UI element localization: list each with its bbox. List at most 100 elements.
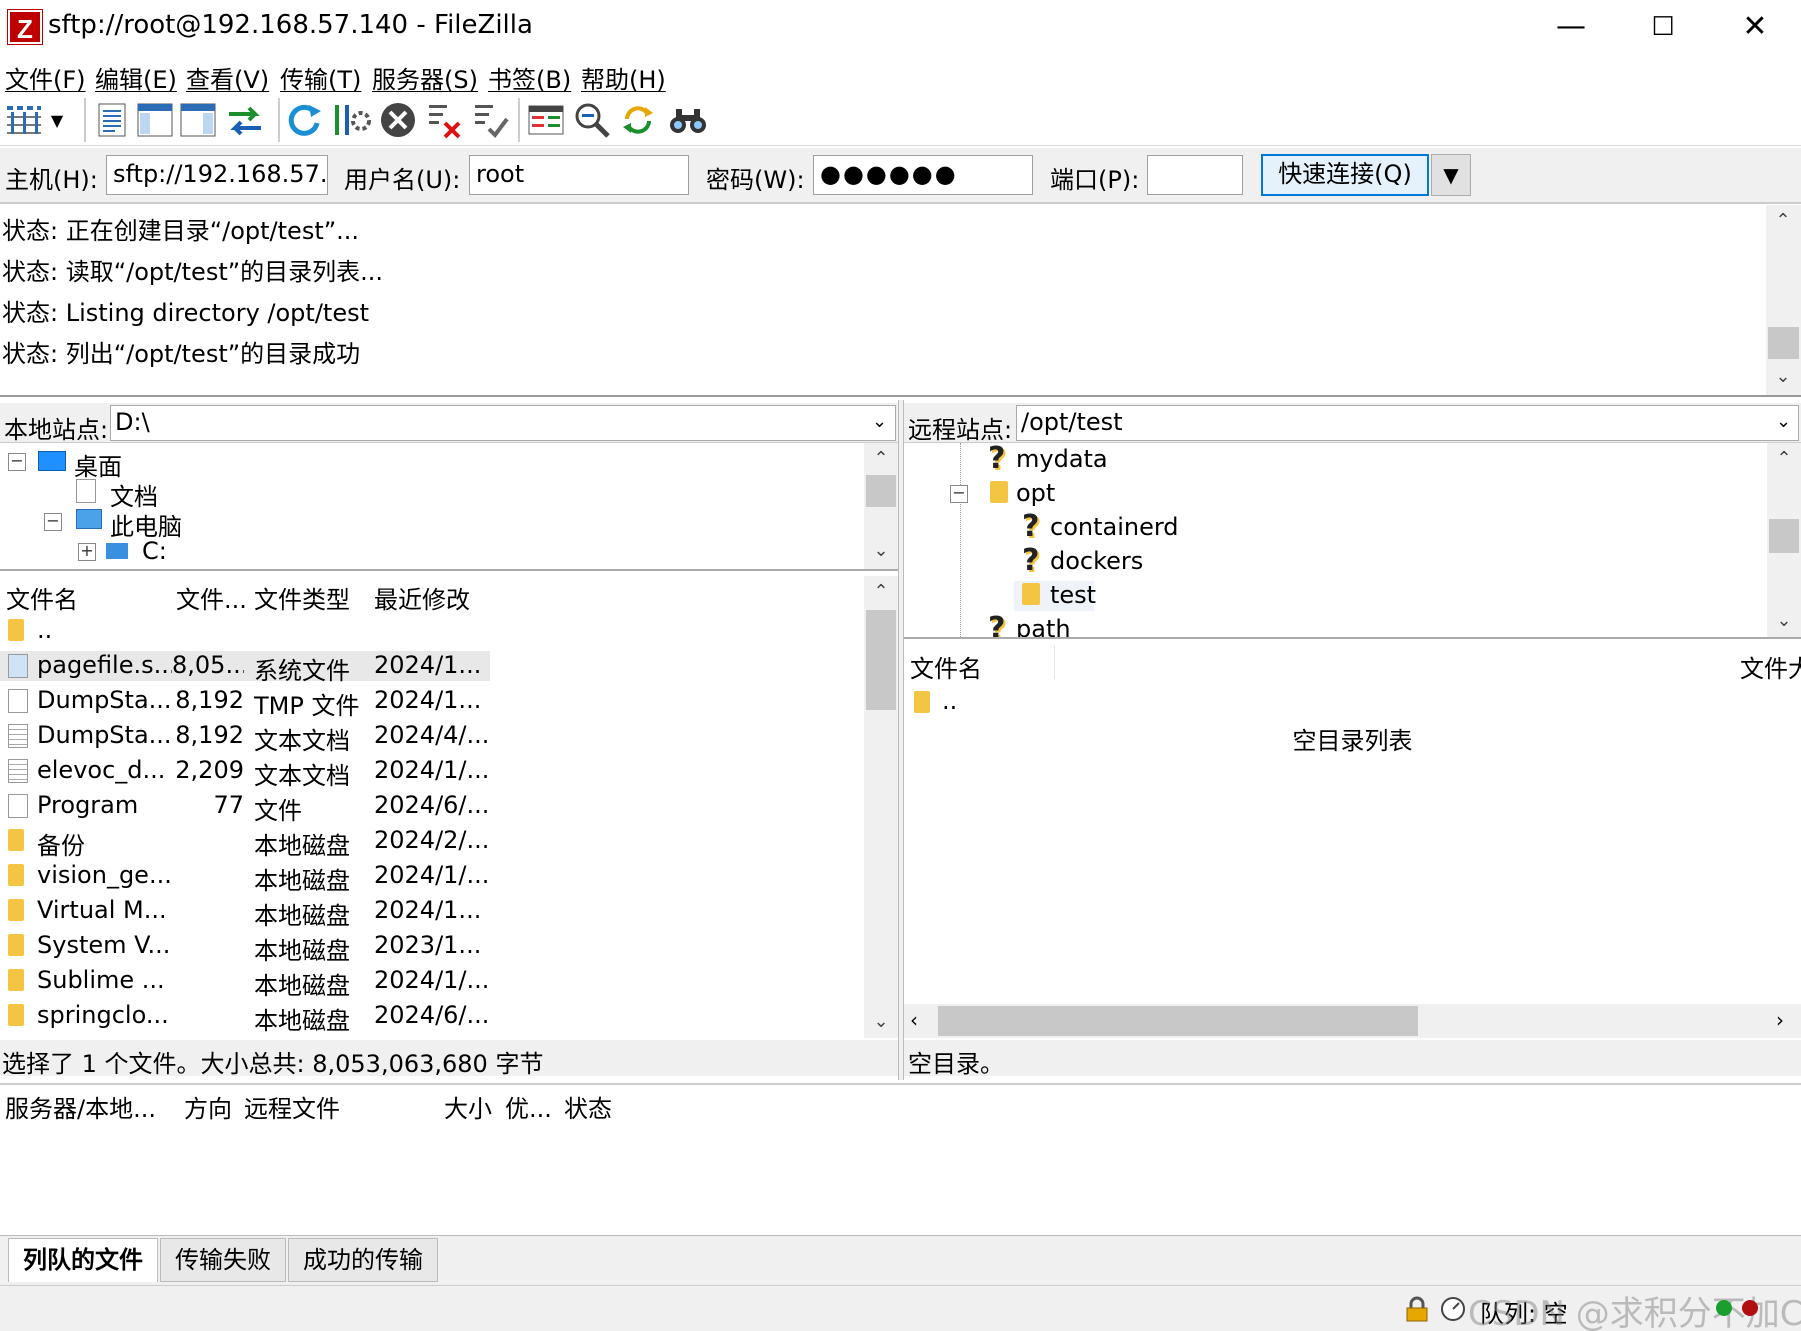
minimize-button[interactable]: — — [1525, 0, 1617, 54]
table-row[interactable]: elevoc_d... 2,209 文本文档 2024/1/... — [0, 756, 490, 790]
collapse-icon[interactable]: − — [44, 513, 62, 531]
directory-compare-icon[interactable] — [526, 100, 566, 140]
table-row[interactable]: DumpSta... 8,192 TMP 文件 2024/1... — [0, 686, 490, 720]
scrollbar-thumb[interactable] — [938, 1006, 1418, 1036]
table-row[interactable]: .. — [904, 687, 1104, 717]
tree-item-test[interactable]: test — [1014, 581, 1096, 611]
column-filename[interactable]: 文件名 — [910, 649, 982, 684]
column-remote-file[interactable]: 远程文件 — [244, 1089, 340, 1124]
column-direction[interactable]: 方向 — [184, 1089, 232, 1124]
scroll-up-icon[interactable]: ⌃ — [864, 576, 898, 608]
toggle-log-icon[interactable] — [92, 100, 132, 140]
quickconnect-dropdown-icon[interactable]: ▼ — [1431, 154, 1471, 196]
username-input[interactable]: root — [469, 155, 689, 195]
file-name: Sublime ... — [37, 966, 165, 994]
table-row[interactable]: Program 77 文件 2024/6/... — [0, 791, 490, 825]
local-tree-scrollbar[interactable]: ⌃ ⌄ — [864, 443, 898, 569]
scroll-up-icon[interactable]: ⌃ — [1767, 443, 1801, 475]
table-row[interactable]: vision_ge... 本地磁盘 2024/1/... — [0, 861, 490, 895]
scrollbar-thumb[interactable] — [866, 610, 896, 710]
menu-transfer[interactable]: 传输(T) — [280, 60, 361, 95]
filter-icon[interactable] — [572, 100, 612, 140]
scroll-right-icon[interactable]: › — [1776, 1008, 1784, 1032]
port-input[interactable] — [1147, 155, 1243, 195]
local-path-input[interactable]: D:\ — [110, 405, 896, 441]
table-row[interactable]: DumpSta... 8,192 文本文档 2024/4/... — [0, 721, 490, 755]
tree-label: mydata — [1016, 445, 1108, 473]
column-filesize[interactable]: 文件... — [176, 580, 247, 615]
column-modified[interactable]: 最近修改 — [374, 580, 470, 615]
column-filename[interactable]: 文件名 — [6, 580, 78, 615]
tab-failed-transfers[interactable]: 传输失败 — [160, 1238, 286, 1282]
toolbar: ▼ — [0, 94, 1801, 146]
menu-edit[interactable]: 编辑(E) — [95, 60, 177, 95]
toggle-remote-tree-icon[interactable] — [178, 100, 218, 140]
password-input[interactable]: ●●●●●● — [813, 155, 1033, 195]
column-filetype[interactable]: 文件类型 — [254, 580, 350, 615]
scroll-down-icon[interactable]: ⌄ — [864, 535, 898, 567]
scroll-up-icon[interactable]: ⌃ — [1766, 205, 1800, 237]
scroll-up-icon[interactable]: ⌃ — [864, 443, 898, 475]
table-row[interactable]: Sublime ... 本地磁盘 2024/1/... — [0, 966, 490, 1000]
scrollbar-thumb[interactable] — [1768, 327, 1799, 359]
column-priority[interactable]: 优... — [505, 1089, 552, 1124]
disconnect-icon[interactable] — [424, 100, 464, 140]
close-button[interactable]: ✕ — [1709, 0, 1801, 54]
table-row[interactable]: pagefile.s... 8,05... 系统文件 2024/1... — [0, 651, 490, 685]
menu-server[interactable]: 服务器(S) — [372, 60, 478, 95]
toggle-queue-icon[interactable] — [225, 100, 265, 140]
message-log[interactable]: 状态: 正在创建目录“/opt/test”... 状态: 读取“/opt/tes… — [0, 205, 1801, 397]
scroll-down-icon[interactable]: ⌄ — [1767, 605, 1801, 637]
quickconnect-button[interactable]: 快速连接(Q) — [1261, 154, 1429, 196]
expand-icon[interactable]: + — [78, 543, 96, 561]
remote-tree-scrollbar[interactable]: ⌃ ⌄ — [1767, 443, 1801, 637]
table-row[interactable]: 备份 本地磁盘 2024/2/... — [0, 826, 490, 860]
scroll-left-icon[interactable]: ‹ — [910, 1008, 918, 1032]
chevron-down-icon[interactable]: ⌄ — [872, 411, 887, 432]
scrollbar-thumb[interactable] — [866, 475, 896, 507]
column-status[interactable]: 状态 — [564, 1089, 612, 1124]
filezilla-app-icon: Z — [7, 9, 43, 45]
menu-view[interactable]: 查看(V) — [186, 60, 269, 95]
sync-browse-icon[interactable] — [618, 100, 658, 140]
host-input[interactable]: sftp://192.168.57.1 — [106, 155, 328, 195]
site-manager-dropdown-icon[interactable]: ▼ — [46, 100, 68, 140]
collapse-icon[interactable]: − — [8, 453, 26, 471]
remote-list-hscrollbar[interactable]: ‹ › — [904, 1004, 1801, 1038]
scroll-down-icon[interactable]: ⌄ — [1766, 361, 1800, 393]
search-icon[interactable] — [668, 100, 708, 140]
menu-help[interactable]: 帮助(H) — [581, 60, 666, 95]
table-row[interactable]: springclo... 本地磁盘 2024/6/... — [0, 1001, 490, 1035]
table-row[interactable]: Virtual M... 本地磁盘 2024/1... — [0, 896, 490, 930]
chevron-down-icon[interactable]: ⌄ — [1776, 411, 1791, 432]
column-filesize[interactable]: 文件大 — [1740, 649, 1801, 684]
process-queue-icon[interactable] — [331, 100, 371, 140]
menu-file[interactable]: 文件(F) — [5, 60, 86, 95]
local-status-bar: 选择了 1 个文件。大小总共: 8,053,063,680 字节 — [0, 1040, 898, 1078]
reconnect-icon[interactable] — [470, 100, 510, 140]
site-manager-icon[interactable] — [4, 100, 44, 140]
maximize-button[interactable]: ☐ — [1617, 0, 1709, 54]
cancel-icon[interactable] — [378, 100, 418, 140]
remote-path-input[interactable]: /opt/test — [1016, 405, 1799, 441]
tab-successful-transfers[interactable]: 成功的传输 — [288, 1238, 438, 1282]
table-row[interactable]: System V... 本地磁盘 2023/1... — [0, 931, 490, 965]
speed-limit-icon[interactable] — [1440, 1296, 1466, 1322]
collapse-icon[interactable]: − — [950, 485, 968, 503]
log-scrollbar[interactable]: ⌃ ⌄ — [1766, 205, 1801, 395]
scrollbar-thumb[interactable] — [1769, 519, 1799, 553]
tab-queued-files[interactable]: 列队的文件 — [8, 1238, 158, 1282]
column-size[interactable]: 大小 — [444, 1089, 492, 1124]
menu-bookmarks[interactable]: 书签(B) — [488, 60, 571, 95]
tree-label: containerd — [1050, 513, 1179, 541]
local-list-scrollbar[interactable]: ⌃ ⌄ — [864, 576, 898, 1038]
text-file-icon — [8, 724, 28, 748]
text-file-icon — [8, 759, 28, 783]
log-line: 状态: Listing directory /opt/test — [2, 299, 369, 327]
table-row[interactable]: .. — [0, 616, 490, 646]
refresh-icon[interactable] — [284, 100, 324, 140]
column-server-local[interactable]: 服务器/本地... — [5, 1089, 156, 1124]
scroll-down-icon[interactable]: ⌄ — [864, 1006, 898, 1038]
file-modified: 2024/1/... — [374, 861, 490, 889]
toggle-local-tree-icon[interactable] — [135, 100, 175, 140]
